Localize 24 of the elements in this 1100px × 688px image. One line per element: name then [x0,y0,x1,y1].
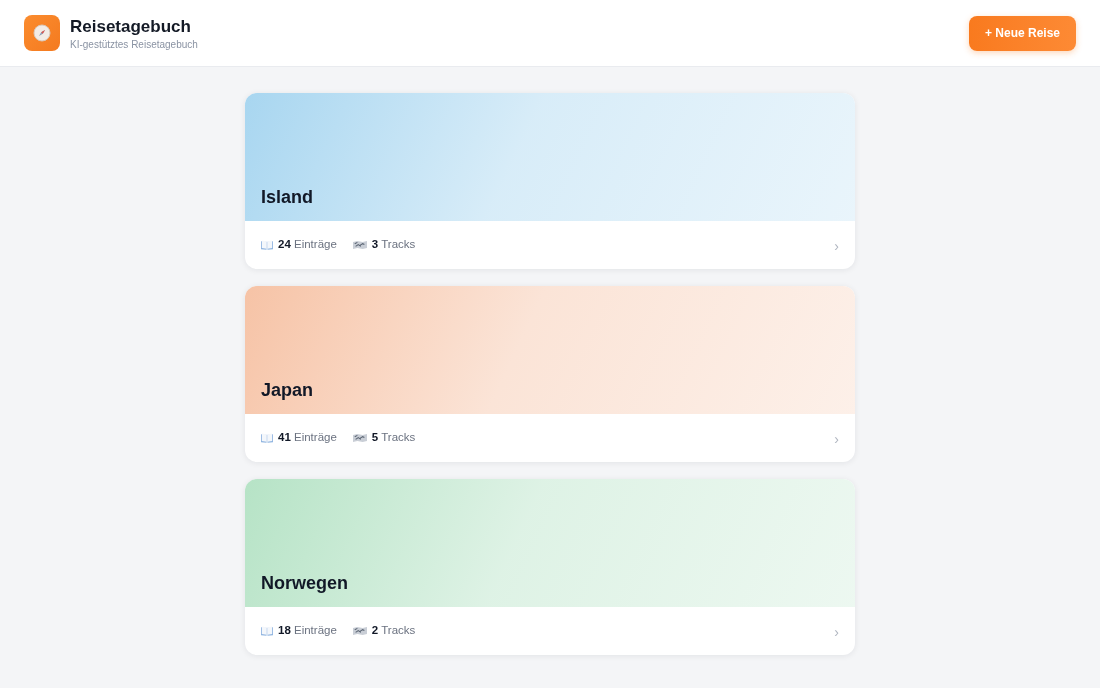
trip-title: Island [261,186,313,209]
chevron-right-icon: › [834,237,839,253]
open-book-icon [261,240,273,250]
open-book-icon [261,433,273,443]
folded-map-icon [352,241,367,249]
trip-title: Japan [261,379,314,402]
chevron-right-icon: › [834,623,839,639]
app-title: Reisetagebuch [70,15,192,38]
trip-stat: 18 Einträge [278,623,337,639]
folded-map-icon [352,627,367,635]
folded-map-icon [352,434,367,442]
chevron-right-icon: › [834,430,839,446]
trip-stat: 41 Einträge [278,430,337,446]
trip-card[interactable]: Norwegen 18 Einträge 2 Tracks › [245,479,855,655]
trip-title: Norwegen [261,572,348,595]
trip-card[interactable]: Japan 41 Einträge 5 Tracks › [245,286,855,462]
trip-stat: 5 Tracks [371,430,416,446]
app-subtitle: KI-gestütztes Reisetagebuch [70,37,198,51]
compass-logo-icon [24,15,60,51]
trip-stat: 2 Tracks [371,623,416,639]
trip-stat: 3 Tracks [371,237,416,253]
trip-stat: 24 Einträge [278,237,337,253]
trip-card[interactable]: Island 24 Einträge 3 Tracks › [245,93,855,269]
open-book-icon [261,626,273,636]
